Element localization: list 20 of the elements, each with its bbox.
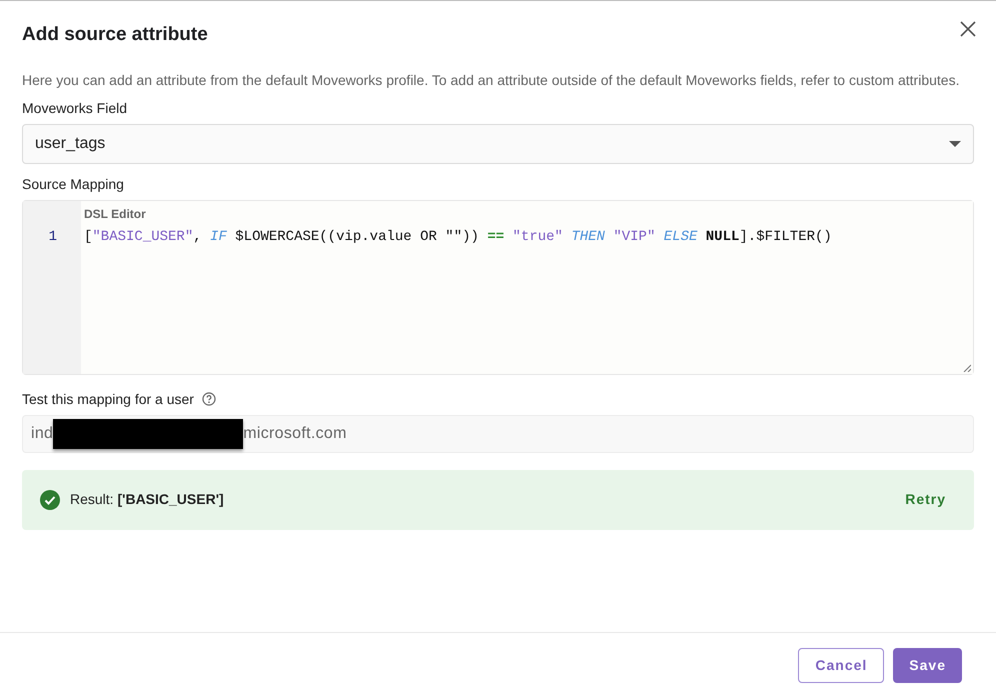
code-editor[interactable]: 1 DSL Editor ["BASIC_USER", IF $LOWERCASE((vip.value OR "")) == "true" THEN "VIP" ELSE NULL].$FILTER() (22, 200, 974, 374)
result-text: Result: ['BASIC_USER'] (70, 490, 224, 509)
field-label: Source Mapping (22, 174, 125, 194)
close-icon[interactable] (958, 19, 978, 39)
save-button[interactable]: Save (893, 648, 962, 682)
editor-label: DSL Editor (84, 206, 146, 222)
dropdown-caret-icon (949, 140, 961, 146)
dialog-description: Here you can add an attribute from the default Moveworks profile. To add an attribute outside of the default Moveworks fields, refer to custom attributes. (22, 70, 960, 90)
code-line: ["BASIC_USER", IF $LOWERCASE((vip.value OR "")) == "true" THEN "VIP" ELSE NULL].$FILTER() (84, 228, 832, 246)
field-label: Test this mapping for a user (22, 390, 194, 409)
test-user-field[interactable]: ind microsoft.com (22, 414, 974, 452)
retry-button[interactable]: Retry (905, 489, 946, 510)
check-circle-icon (39, 488, 61, 510)
moveworks-field-select[interactable]: user_tags (22, 124, 974, 164)
field-label: Moveworks Field (22, 98, 128, 118)
resize-handle-icon[interactable] (963, 364, 971, 372)
dialog-title: Add source attribute (22, 23, 208, 47)
line-number: 1 (48, 228, 58, 246)
help-icon[interactable] (202, 392, 216, 406)
cancel-button[interactable]: Cancel (798, 648, 884, 682)
